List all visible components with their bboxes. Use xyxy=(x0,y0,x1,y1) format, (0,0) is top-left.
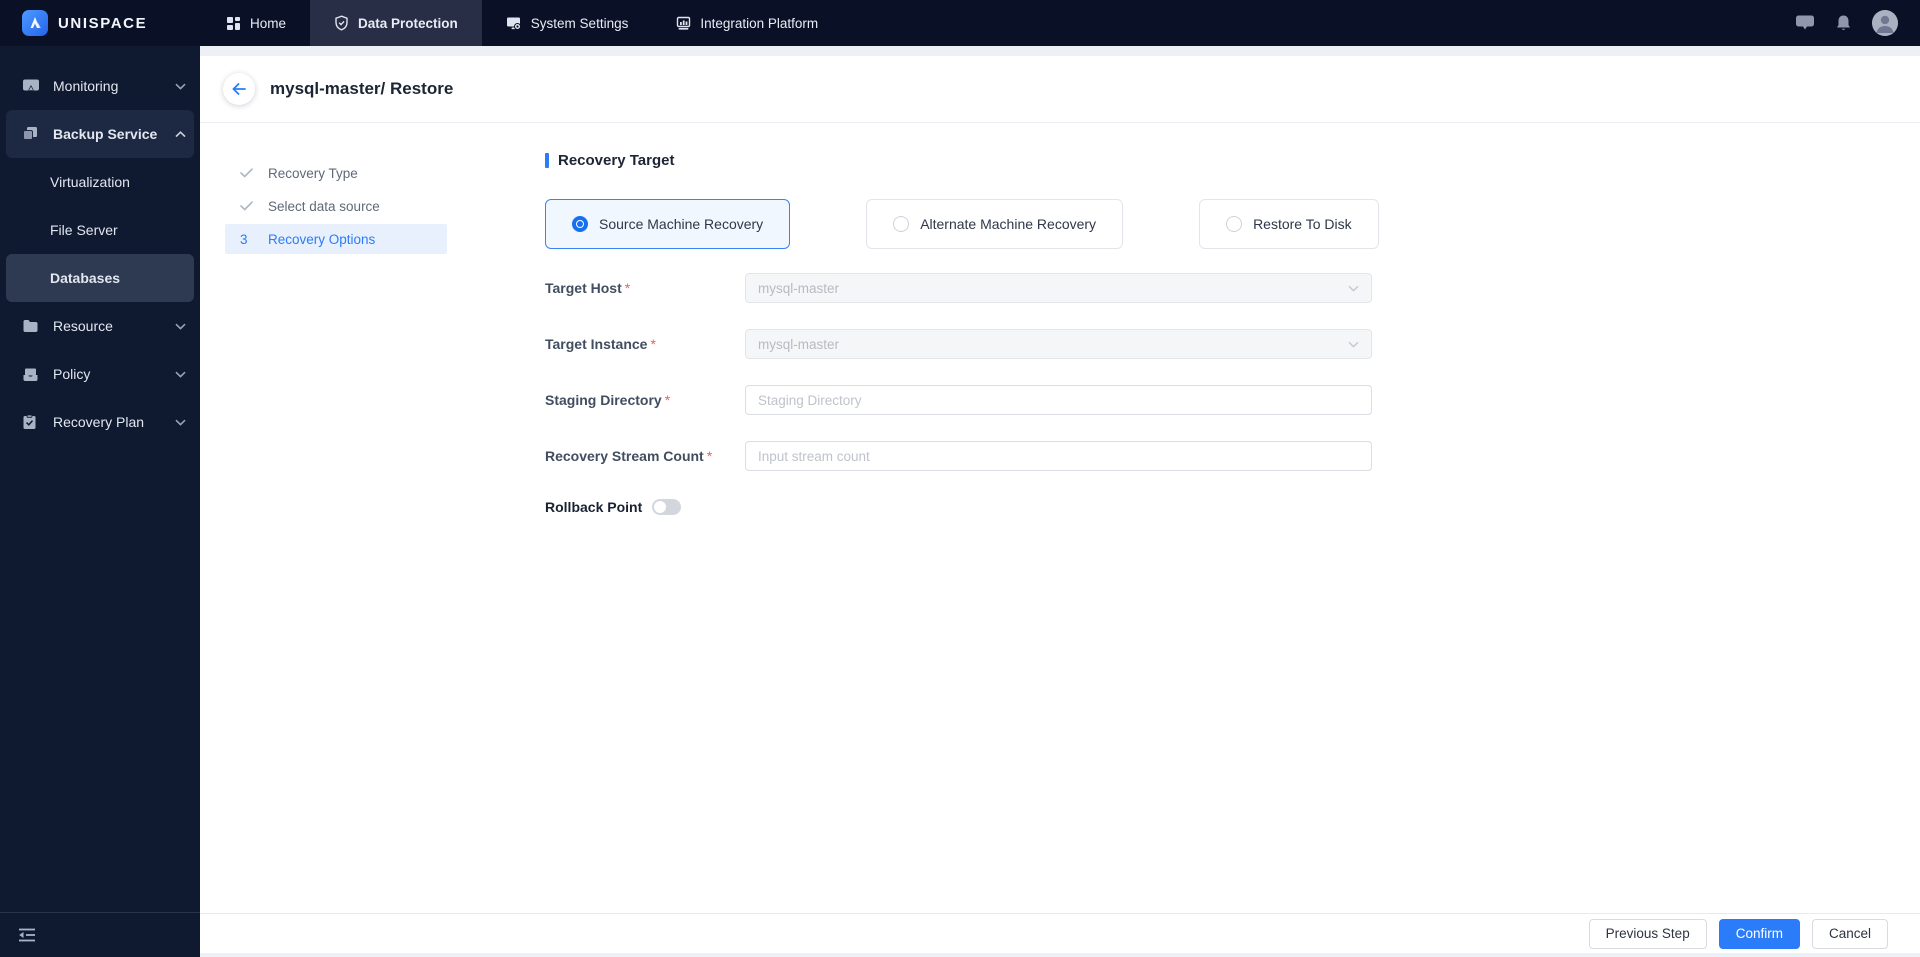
top-navbar: UNISPACE Home Data Protection System Set… xyxy=(0,0,1920,46)
sidebar-nav: Monitoring Backup Service Virtualization… xyxy=(0,46,200,912)
sidebar-item-virtualization[interactable]: Virtualization xyxy=(0,158,200,206)
collapse-sidebar-icon xyxy=(19,928,35,942)
sidebar-item-databases[interactable]: Databases xyxy=(6,254,194,302)
recovery-options-form: Recovery Target Source Machine Recovery … xyxy=(545,151,1920,913)
chevron-down-icon xyxy=(175,83,186,90)
arrow-left-icon xyxy=(232,83,246,95)
target-host-row: Target Host * mysql-master xyxy=(545,273,1920,303)
action-footer: Previous Step Confirm Cancel xyxy=(200,913,1920,953)
sidebar-item-recovery-plan[interactable]: Recovery Plan xyxy=(0,398,200,446)
page-header: mysql-master/ Restore xyxy=(200,56,1920,123)
main-content: mysql-master/ Restore Recovery Type Sele… xyxy=(200,46,1920,957)
target-host-select[interactable]: mysql-master xyxy=(745,273,1372,303)
chevron-down-icon xyxy=(175,371,186,378)
chevron-up-icon xyxy=(175,130,186,138)
bell-icon xyxy=(1837,15,1850,31)
navbar-right xyxy=(1795,10,1920,36)
shield-check-icon xyxy=(335,15,348,31)
copy-icon xyxy=(22,126,40,142)
toggle-knob-icon xyxy=(654,501,667,513)
tab-data-protection[interactable]: Data Protection xyxy=(310,0,482,46)
required-mark: * xyxy=(706,448,713,464)
chevron-down-icon xyxy=(175,419,186,426)
step-select-data-source[interactable]: Select data source xyxy=(225,191,447,221)
staging-directory-row: Staging Directory * xyxy=(545,385,1920,415)
bar-chart-icon xyxy=(677,16,691,30)
check-icon xyxy=(240,201,255,211)
required-mark: * xyxy=(664,392,671,408)
user-avatar xyxy=(1872,10,1898,36)
page-title: mysql-master/ Restore xyxy=(270,79,454,98)
chevron-down-icon xyxy=(1348,341,1359,348)
chevron-down-icon xyxy=(175,323,186,330)
sidebar: Monitoring Backup Service Virtualization… xyxy=(0,46,200,957)
required-mark: * xyxy=(650,336,656,352)
target-instance-row: Target Instance * mysql-master xyxy=(545,329,1920,359)
step-recovery-type[interactable]: Recovery Type xyxy=(225,158,447,188)
tab-system-settings[interactable]: System Settings xyxy=(482,0,653,46)
stream-count-label: Recovery Stream Count * xyxy=(545,448,713,464)
tab-home[interactable]: Home xyxy=(202,0,310,46)
check-icon xyxy=(240,168,255,178)
rollback-point-label: Rollback Point xyxy=(545,499,643,515)
nav-tabs: Home Data Protection System Settings Int… xyxy=(202,0,842,46)
screen-share-icon xyxy=(22,78,40,94)
grid-icon xyxy=(227,16,240,30)
option-restore-to-disk[interactable]: Restore To Disk xyxy=(1199,199,1379,249)
stream-count-row: Recovery Stream Count * xyxy=(545,441,1920,471)
step-recovery-options[interactable]: 3 Recovery Options xyxy=(225,224,447,254)
title-accent-bar xyxy=(545,153,549,168)
staging-directory-input[interactable] xyxy=(745,385,1372,415)
target-host-label: Target Host * xyxy=(545,280,631,296)
radio-selected-icon xyxy=(572,216,588,232)
target-instance-label: Target Instance * xyxy=(545,336,656,352)
wizard-steps: Recovery Type Select data source 3 Recov… xyxy=(225,151,545,913)
required-mark: * xyxy=(624,280,631,296)
sidebar-item-monitoring[interactable]: Monitoring xyxy=(0,62,200,110)
tab-integration-platform[interactable]: Integration Platform xyxy=(652,0,842,46)
page-body: Recovery Type Select data source 3 Recov… xyxy=(200,123,1920,913)
section-title: Recovery Target xyxy=(545,151,1920,170)
confirm-button[interactable]: Confirm xyxy=(1718,918,1800,949)
sidebar-item-backup-service[interactable]: Backup Service xyxy=(6,110,194,158)
mountain-logo-icon xyxy=(22,10,48,36)
rollback-point-toggle[interactable] xyxy=(652,499,682,515)
radio-icon xyxy=(893,216,910,232)
content-card: mysql-master/ Restore Recovery Type Sele… xyxy=(200,56,1920,953)
sidebar-item-policy[interactable]: Policy xyxy=(0,350,200,398)
option-alternate-machine-recovery[interactable]: Alternate Machine Recovery xyxy=(866,199,1124,249)
message-button[interactable] xyxy=(1795,14,1815,32)
sidebar-item-resource[interactable]: Resource xyxy=(0,302,200,350)
folder-icon xyxy=(22,319,40,333)
target-instance-select[interactable]: mysql-master xyxy=(745,329,1372,359)
cancel-button[interactable]: Cancel xyxy=(1811,918,1888,949)
staging-directory-label: Staging Directory * xyxy=(545,392,671,408)
brand: UNISPACE xyxy=(0,10,202,36)
brand-name: UNISPACE xyxy=(58,14,148,32)
collapse-sidebar-button[interactable] xyxy=(18,928,36,942)
previous-step-button[interactable]: Previous Step xyxy=(1588,918,1707,949)
chevron-down-icon xyxy=(1348,285,1359,292)
sidebar-item-file-server[interactable]: File Server xyxy=(0,206,200,254)
sidebar-footer xyxy=(0,912,200,957)
radio-icon xyxy=(1226,216,1243,232)
app-shell: Monitoring Backup Service Virtualization… xyxy=(0,46,1920,957)
recovery-target-options: Source Machine Recovery Alternate Machin… xyxy=(545,199,1920,249)
user-menu-button[interactable] xyxy=(1872,10,1898,36)
archive-icon xyxy=(22,367,40,382)
stream-count-input[interactable] xyxy=(745,441,1372,471)
option-source-machine-recovery[interactable]: Source Machine Recovery xyxy=(545,199,791,249)
rollback-point-row: Rollback Point xyxy=(545,497,1920,517)
app-window: UNISPACE Home Data Protection System Set… xyxy=(0,0,1920,957)
step-number: 3 xyxy=(240,231,248,247)
message-icon xyxy=(1796,15,1814,30)
back-button[interactable] xyxy=(223,73,255,105)
monitor-gear-icon xyxy=(506,17,521,30)
notification-button[interactable] xyxy=(1835,14,1852,32)
clipboard-check-icon xyxy=(22,414,40,430)
